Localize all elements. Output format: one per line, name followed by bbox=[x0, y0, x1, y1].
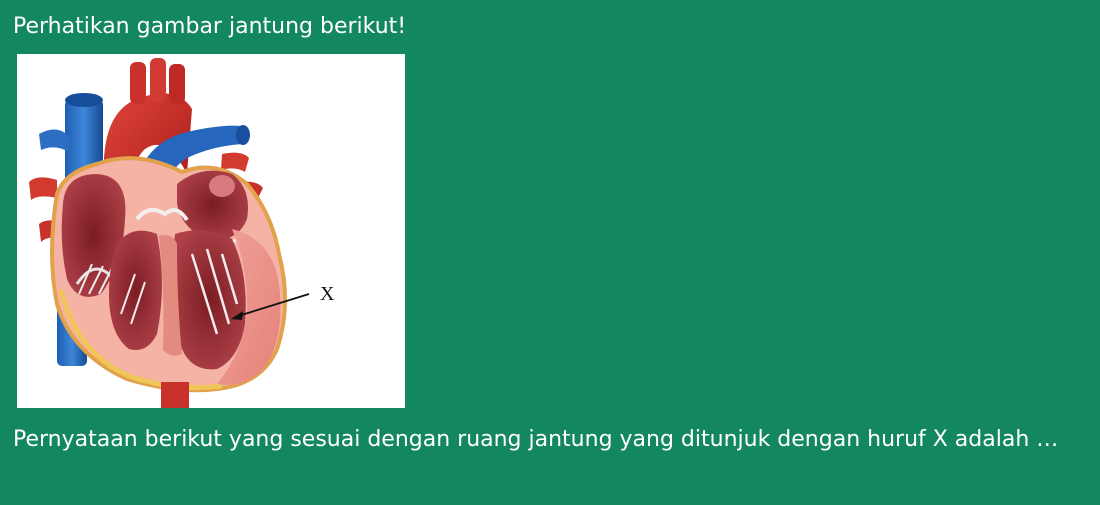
right-ventricle bbox=[109, 230, 162, 350]
heart-illustration: X bbox=[29, 58, 335, 408]
instruction-heading: Perhatikan gambar jantung berikut! bbox=[13, 14, 407, 39]
label-x: X bbox=[320, 283, 335, 305]
descending-aorta bbox=[161, 382, 189, 408]
left-ventricle bbox=[172, 230, 246, 370]
question-text: Pernyataan berikut yang sesuai dengan ru… bbox=[13, 427, 1059, 452]
heart-figure: X bbox=[17, 54, 405, 408]
